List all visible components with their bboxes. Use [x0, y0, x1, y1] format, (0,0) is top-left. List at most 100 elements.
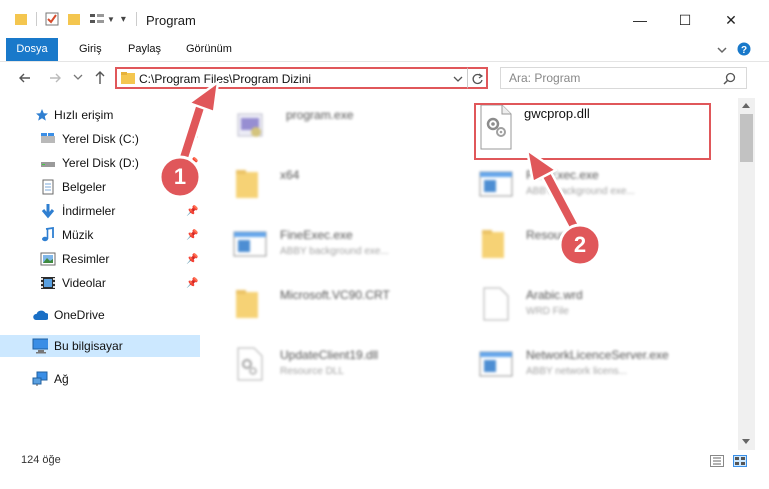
- customize-toolbar-icon[interactable]: ▾: [121, 14, 126, 25]
- app-window-icon: [479, 351, 513, 377]
- documents-icon: [40, 179, 56, 195]
- folder-icon[interactable]: [14, 12, 28, 26]
- forward-arrow-icon[interactable]: [48, 71, 62, 85]
- sidebar-item-local-disk-c[interactable]: Yerel Disk (C:) 📌: [0, 128, 200, 150]
- sidebar-item-onedrive[interactable]: OneDrive: [0, 304, 200, 326]
- sidebar-item-this-pc[interactable]: Bu bilgisayar: [0, 335, 200, 357]
- videos-icon: [40, 275, 56, 291]
- sidebar-item-label: Hızlı erişim: [54, 108, 114, 122]
- folder-icon: [482, 230, 504, 258]
- file-item[interactable]: FineExec.exe ABBY background exe...: [478, 160, 718, 210]
- sidebar-item-pictures[interactable]: Resimler 📌: [0, 248, 200, 270]
- file-name: x64: [280, 168, 300, 182]
- sidebar-item-label: Müzik: [62, 228, 94, 242]
- tab-file[interactable]: Dosya: [6, 38, 58, 61]
- refresh-icon: [472, 73, 484, 85]
- help-icon[interactable]: ?: [737, 42, 751, 56]
- window-title: Program: [146, 13, 196, 28]
- quick-access-toolbar: ▼ ▾: [14, 12, 137, 26]
- back-arrow-icon[interactable]: [18, 71, 32, 85]
- expand-ribbon-icon[interactable]: [716, 44, 728, 56]
- sidebar-item-label: Yerel Disk (D:): [62, 156, 139, 170]
- chevron-down-icon[interactable]: ▼: [107, 15, 115, 24]
- status-bar: 124 öğe: [0, 450, 769, 472]
- scroll-down-icon[interactable]: [741, 438, 751, 446]
- sidebar-item-videos[interactable]: Videolar 📌: [0, 272, 200, 294]
- address-bar[interactable]: C:\Program Files\Program Dizini: [115, 67, 488, 89]
- pin-icon[interactable]: 📌: [186, 254, 198, 265]
- drive-icon: [40, 131, 56, 147]
- sidebar-item-label: Resimler: [62, 252, 110, 266]
- computer-icon: [32, 338, 48, 354]
- music-icon: [40, 227, 56, 243]
- drive-icon: [40, 155, 56, 171]
- item-count: 124 öğe: [21, 454, 61, 466]
- sidebar-item-quick-access[interactable]: Hızlı erişim: [0, 104, 200, 126]
- downloads-icon: [40, 203, 56, 219]
- file-description: WRD File: [526, 306, 569, 317]
- file-name: Arabic.wrd: [526, 288, 583, 302]
- up-arrow-icon[interactable]: [93, 70, 107, 86]
- ribbon-tabs: Dosya Giriş Paylaş Görünüm ?: [0, 38, 769, 62]
- file-name: program.exe: [286, 108, 354, 122]
- file-icon: [483, 287, 509, 321]
- navigation-bar: C:\Program Files\Program Dizini Ara: Pro…: [0, 62, 769, 94]
- network-icon: [32, 371, 48, 387]
- details-view-icon[interactable]: [710, 455, 724, 467]
- large-icons-view-icon[interactable]: [733, 455, 747, 467]
- file-item[interactable]: Arabic.wrd WRD File: [478, 280, 718, 330]
- sidebar-item-network[interactable]: Ağ: [0, 368, 200, 390]
- svg-text:?: ?: [741, 45, 747, 56]
- title-bar: ▼ ▾ Program — ☐ ✕: [0, 0, 769, 40]
- star-icon: [34, 107, 50, 123]
- search-box[interactable]: Ara: Program: [500, 67, 747, 89]
- file-description: ABBY background exe...: [280, 246, 389, 257]
- new-folder-icon[interactable]: [67, 12, 81, 26]
- folder-icon: [236, 170, 258, 198]
- file-item[interactable]: x64: [232, 160, 472, 210]
- vertical-scrollbar[interactable]: [738, 98, 755, 450]
- view-options-icon[interactable]: [89, 12, 105, 26]
- sidebar-item-label: Yerel Disk (C:): [62, 132, 139, 146]
- refresh-button[interactable]: [467, 67, 488, 89]
- pictures-icon: [40, 251, 56, 267]
- annotation-marker-2-label: 2: [573, 232, 587, 257]
- search-icon[interactable]: [723, 72, 736, 85]
- file-item[interactable]: program.exe: [232, 100, 472, 150]
- sidebar-item-music[interactable]: Müzik 📌: [0, 224, 200, 246]
- file-item[interactable]: FineExec.exe ABBY background exe...: [232, 220, 472, 270]
- properties-icon[interactable]: [45, 12, 59, 26]
- app-window-icon: [479, 171, 513, 197]
- file-name: Microsoft.VC90.CRT: [280, 288, 390, 302]
- search-placeholder[interactable]: Ara: Program: [509, 71, 580, 85]
- maximize-button[interactable]: ☐: [670, 8, 700, 32]
- sidebar-item-label: OneDrive: [54, 308, 105, 322]
- close-button[interactable]: ✕: [716, 8, 746, 32]
- file-item[interactable]: Microsoft.VC90.CRT: [232, 280, 472, 330]
- folder-icon: [236, 290, 258, 318]
- tab-view[interactable]: Görünüm: [186, 38, 232, 61]
- file-item[interactable]: UpdateClient19.dll Resource DLL: [232, 340, 472, 390]
- file-description: Resource DLL: [280, 366, 344, 377]
- pin-icon[interactable]: 📌: [186, 134, 198, 145]
- folder-icon: [121, 72, 135, 84]
- exe-icon: [237, 113, 263, 137]
- pin-icon[interactable]: 📌: [186, 206, 198, 217]
- file-item[interactable]: NetworkLicenceServer.exe ABBY network li…: [478, 340, 718, 390]
- scroll-thumb[interactable]: [740, 114, 753, 162]
- recent-locations-icon[interactable]: [73, 72, 83, 82]
- minimize-button[interactable]: —: [625, 8, 655, 32]
- file-description: ABBY network licens...: [526, 366, 627, 377]
- tab-share[interactable]: Paylaş: [128, 38, 161, 61]
- file-description: ABBY background exe...: [526, 186, 635, 197]
- chevron-down-icon[interactable]: [452, 73, 464, 85]
- pin-icon[interactable]: 📌: [186, 278, 198, 289]
- address-path[interactable]: C:\Program Files\Program Dizini: [139, 72, 311, 86]
- file-name: UpdateClient19.dll: [280, 348, 379, 362]
- highlight-box: [474, 103, 711, 160]
- navigation-pane: Hızlı erişim Yerel Disk (C:) 📌 Yerel Dis…: [0, 98, 204, 438]
- tab-home[interactable]: Giriş: [79, 38, 102, 61]
- pin-icon[interactable]: 📌: [186, 230, 198, 241]
- sidebar-item-downloads[interactable]: İndirmeler 📌: [0, 200, 200, 222]
- scroll-up-icon[interactable]: [741, 101, 751, 109]
